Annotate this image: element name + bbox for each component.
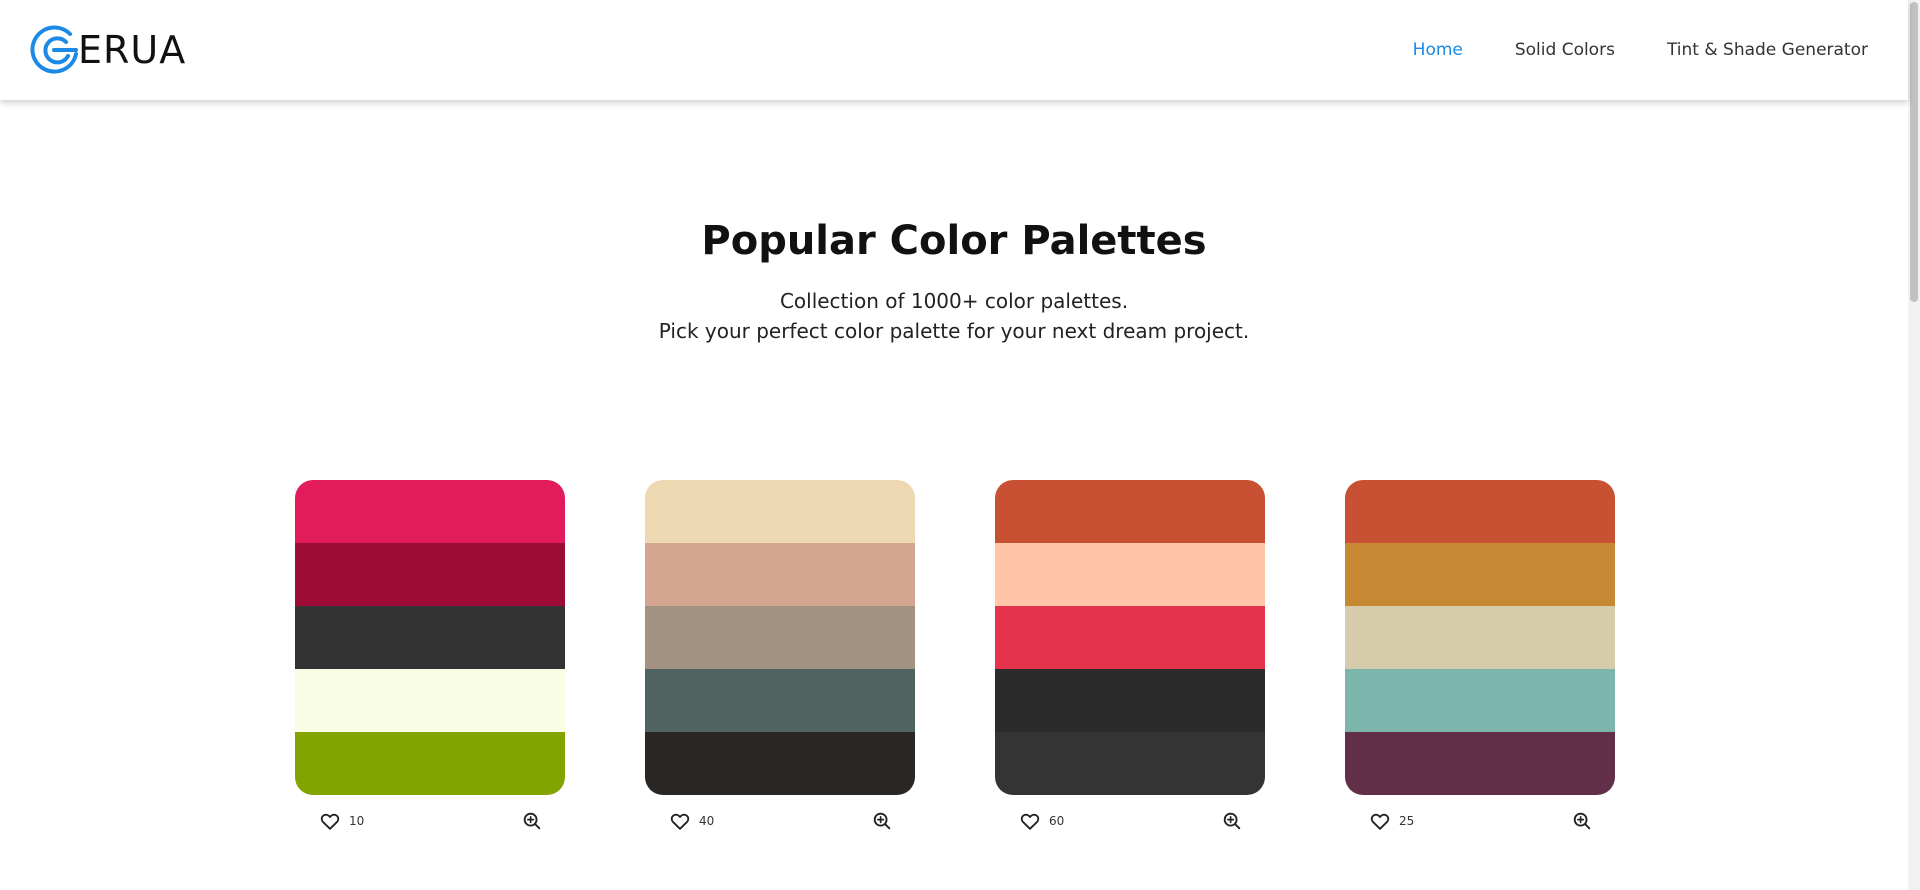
palette-swatches[interactable] [1345,480,1615,795]
heart-icon[interactable] [1369,810,1391,832]
color-swatch[interactable] [645,606,915,669]
palette-footer: 25 [1345,809,1615,833]
subtitle-line-2: Pick your perfect color palette for your… [658,319,1250,343]
nav-solid-colors[interactable]: Solid Colors [1515,40,1615,60]
palette-swatches[interactable] [645,480,915,795]
palette-footer: 10 [295,809,565,833]
page-title: Popular Color Palettes [701,218,1207,264]
nav-tint-shade-generator[interactable]: Tint & Shade Generator [1667,40,1868,60]
scrollbar-thumb[interactable] [1910,2,1918,302]
zoom-in-icon[interactable] [521,810,543,832]
color-swatch[interactable] [1345,669,1615,732]
hero: Popular Color Palettes Collection of 100… [0,218,1908,346]
palette-card[interactable]: 25 [1345,480,1615,833]
like-count: 60 [1049,814,1065,828]
color-swatch[interactable] [295,669,565,732]
heart-icon[interactable] [1019,810,1041,832]
like-group: 10 [319,810,364,832]
subtitle-line-1: Collection of 1000+ color palettes. [779,289,1129,313]
zoom-in-icon[interactable] [871,810,893,832]
heart-icon[interactable] [319,810,341,832]
color-swatch[interactable] [995,606,1265,669]
color-swatch[interactable] [645,543,915,606]
logo-c-icon [30,25,78,74]
main-nav: Home Solid Colors Tint & Shade Generator [1413,40,1868,60]
like-group: 40 [669,810,714,832]
color-swatch[interactable] [1345,606,1615,669]
like-count: 40 [699,814,715,828]
color-swatch[interactable] [995,543,1265,606]
color-swatch[interactable] [1345,480,1615,543]
like-group: 25 [1369,810,1414,832]
color-swatch[interactable] [995,669,1265,732]
color-swatch[interactable] [1345,732,1615,795]
palette-card[interactable]: 40 [645,480,915,833]
hero-subtitle: Collection of 1000+ color palettes. Pick… [0,286,1908,346]
palette-swatches[interactable] [295,480,565,795]
zoom-in-icon[interactable] [1571,810,1593,832]
nav-home[interactable]: Home [1413,40,1463,60]
color-swatch[interactable] [995,480,1265,543]
palette-grid: 10 40 60 25 [295,480,1615,833]
navbar: ERUA Home Solid Colors Tint & Shade Gene… [0,0,1908,100]
like-count: 25 [1399,814,1415,828]
heart-icon[interactable] [669,810,691,832]
zoom-in-icon[interactable] [1221,810,1243,832]
color-swatch[interactable] [295,543,565,606]
color-swatch[interactable] [645,669,915,732]
like-group: 60 [1019,810,1064,832]
logo[interactable]: ERUA [30,24,186,76]
like-count: 10 [349,814,365,828]
color-swatch[interactable] [1345,543,1615,606]
palette-footer: 60 [995,809,1265,833]
palette-card[interactable]: 60 [995,480,1265,833]
color-swatch[interactable] [295,606,565,669]
palette-footer: 40 [645,809,915,833]
color-swatch[interactable] [645,480,915,543]
page-scrollbar[interactable] [1908,0,1920,890]
palette-card[interactable]: 10 [295,480,565,833]
color-swatch[interactable] [295,480,565,543]
color-swatch[interactable] [295,732,565,795]
palette-swatches[interactable] [995,480,1265,795]
color-swatch[interactable] [995,732,1265,795]
color-swatch[interactable] [645,732,915,795]
logo-text: ERUA [78,28,187,72]
